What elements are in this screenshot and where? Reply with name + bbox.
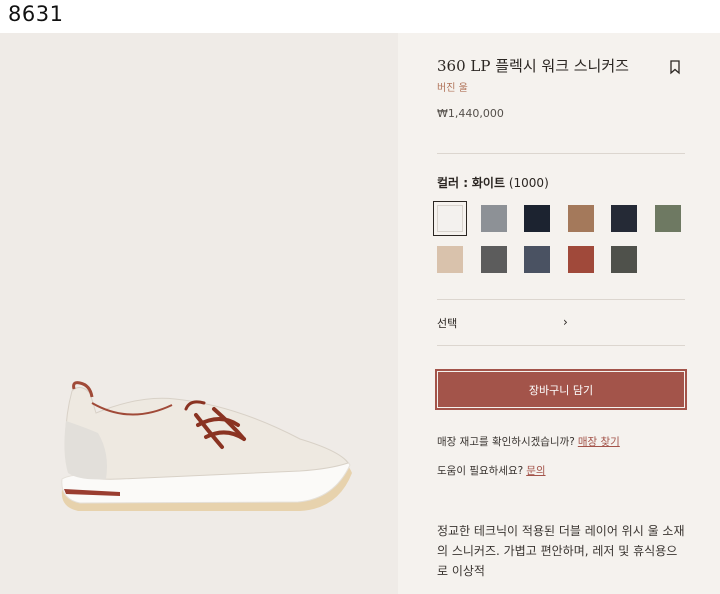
color-swatch-white[interactable]: [433, 201, 467, 236]
color-label: 컬러 : 화이트 (1000): [437, 174, 549, 191]
color-swatch-dark-navy[interactable]: [611, 205, 637, 232]
product-image-pane: [0, 33, 398, 594]
product-info-panel: 360 LP 플렉시 워크 스니커즈 버진 울 ₩1,440,000 컬러 : …: [398, 33, 720, 594]
product-description: 정교한 테크닉이 적용된 더블 레이어 위시 울 소재의 스니커즈. 가볍고 편…: [437, 524, 685, 578]
color-swatch-gray-tweed[interactable]: [480, 246, 507, 273]
color-swatch-charcoal-blue[interactable]: [524, 246, 550, 273]
store-check-text: 매장 재고를 확인하시겠습니까?: [437, 436, 575, 448]
size-select-label: 선택: [437, 317, 458, 330]
color-selected-code: (1000): [508, 176, 549, 190]
color-label-prefix: 컬러 :: [437, 176, 469, 190]
color-swatch-brick-red[interactable]: [567, 246, 594, 273]
product-title: 360 LP 플렉시 워크 스니커즈: [437, 57, 629, 75]
color-swatch-light-gray[interactable]: [480, 205, 507, 232]
size-select[interactable]: 선택 ›: [437, 309, 685, 337]
color-swatch-beige-white[interactable]: [437, 246, 463, 273]
contact-link[interactable]: 문의: [526, 465, 545, 477]
product-material: 버진 울: [437, 83, 468, 94]
color-swatch-dark-olive[interactable]: [611, 246, 637, 273]
color-selected-name: 화이트: [471, 176, 506, 190]
add-to-cart-button[interactable]: 장바구니 담기: [437, 371, 685, 408]
help-text: 도움이 필요하세요?: [437, 465, 524, 477]
store-check-line: 매장 재고를 확인하시겠습니까? 매장 찾기: [437, 434, 620, 449]
find-store-link[interactable]: 매장 찾기: [578, 436, 620, 448]
sneaker-image: [61, 381, 353, 511]
color-swatch-tan[interactable]: [567, 205, 594, 232]
color-swatch-olive[interactable]: [654, 205, 681, 232]
help-line: 도움이 필요하세요? 문의: [437, 463, 546, 478]
divider: [437, 153, 685, 154]
product-price: ₩1,440,000: [437, 107, 504, 120]
bookmark-icon[interactable]: [668, 59, 682, 75]
chevron-right-icon: ›: [563, 315, 568, 329]
divider: [437, 345, 685, 346]
divider: [437, 299, 685, 300]
color-swatch-navy[interactable]: [524, 205, 550, 232]
product-code-label: 8631: [8, 2, 64, 26]
